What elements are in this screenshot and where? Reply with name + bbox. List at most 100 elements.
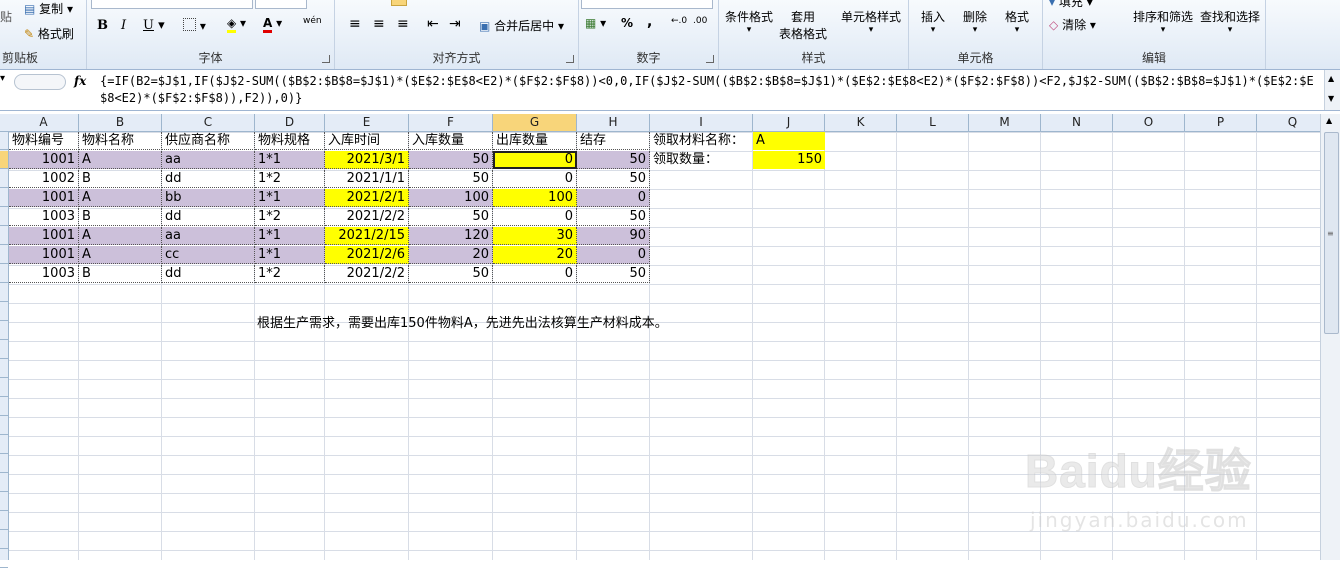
row-header[interactable] bbox=[0, 322, 8, 340]
format-painter-button[interactable]: ✎ 格式刷 bbox=[24, 25, 74, 42]
decrease-decimal-button[interactable]: .00 bbox=[693, 16, 707, 26]
cell-supplier[interactable]: dd bbox=[162, 170, 255, 188]
cell-supplier[interactable]: bb bbox=[162, 189, 255, 207]
row-header[interactable] bbox=[0, 284, 8, 302]
phonetic-button[interactable]: wén bbox=[303, 16, 322, 26]
header-cell[interactable]: 出库数量 bbox=[493, 132, 577, 150]
cell-code[interactable]: 1001 bbox=[9, 246, 79, 264]
row-header[interactable] bbox=[0, 550, 8, 568]
percent-button[interactable]: % bbox=[621, 16, 633, 30]
increase-decimal-button[interactable]: ←.0 bbox=[671, 16, 687, 26]
column-header-i[interactable]: I bbox=[650, 114, 753, 131]
format-as-table-button[interactable]: 套用 表格格式 bbox=[779, 8, 827, 42]
row-header[interactable] bbox=[0, 151, 8, 169]
column-header-e[interactable]: E bbox=[325, 114, 409, 131]
accounting-format-button[interactable]: ▦ ▾ bbox=[585, 16, 606, 30]
row-header[interactable] bbox=[0, 341, 8, 359]
header-cell[interactable]: 物料编号 bbox=[9, 132, 79, 150]
row-header[interactable] bbox=[0, 227, 8, 245]
cell-out[interactable]: 30 bbox=[493, 227, 577, 245]
cell-out[interactable]: 0 bbox=[493, 170, 577, 188]
font-color-button[interactable]: A ▾ bbox=[263, 16, 282, 33]
conditional-format-button[interactable]: 条件格式 ▾ bbox=[725, 8, 773, 35]
cell-code[interactable]: 1002 bbox=[9, 170, 79, 188]
column-header-c[interactable]: C bbox=[162, 114, 255, 131]
row-header[interactable] bbox=[0, 170, 8, 188]
header-cell[interactable]: 入库数量 bbox=[409, 132, 493, 150]
cell-date[interactable]: 2021/2/1 bbox=[325, 189, 409, 207]
font-name-box[interactable] bbox=[91, 0, 253, 9]
format-button[interactable]: 格式 ▾ bbox=[1005, 8, 1029, 35]
orientation-button[interactable] bbox=[391, 0, 407, 6]
cell-date[interactable]: 2021/3/1 bbox=[325, 151, 409, 169]
cell-date[interactable]: 2021/2/6 bbox=[325, 246, 409, 264]
number-dialog-launcher[interactable] bbox=[706, 55, 714, 63]
cell-supplier[interactable]: cc bbox=[162, 246, 255, 264]
cell-stock[interactable]: 0 bbox=[577, 246, 650, 264]
row-header[interactable] bbox=[0, 303, 8, 321]
cell-stock[interactable]: 90 bbox=[577, 227, 650, 245]
row-header[interactable] bbox=[0, 493, 8, 511]
font-size-box[interactable] bbox=[255, 0, 307, 9]
cell-code[interactable]: 1001 bbox=[9, 227, 79, 245]
cell-name[interactable]: B bbox=[79, 208, 162, 226]
column-header-a[interactable]: A bbox=[9, 114, 79, 131]
align-center-button[interactable]: ≡ bbox=[373, 16, 385, 32]
row-header[interactable] bbox=[0, 436, 8, 454]
row-header[interactable] bbox=[0, 531, 8, 549]
cell-spec[interactable]: 1*2 bbox=[255, 170, 325, 188]
formula-input[interactable]: {=IF(B2=$J$1,IF($J$2-SUM(($B$2:$B$8=$J$1… bbox=[100, 73, 1320, 107]
cell-in[interactable]: 120 bbox=[409, 227, 493, 245]
cell-out[interactable]: 0 bbox=[493, 151, 577, 169]
alignment-dialog-launcher[interactable] bbox=[566, 55, 574, 63]
cell-stock[interactable]: 0 bbox=[577, 189, 650, 207]
column-header-p[interactable]: P bbox=[1185, 114, 1257, 131]
header-cell[interactable]: 物料规格 bbox=[255, 132, 325, 150]
row-header[interactable] bbox=[0, 208, 8, 226]
cell-spec[interactable]: 1*2 bbox=[255, 208, 325, 226]
cell-supplier[interactable]: aa bbox=[162, 227, 255, 245]
column-header-k[interactable]: K bbox=[825, 114, 897, 131]
column-header-q[interactable]: Q bbox=[1257, 114, 1329, 131]
cell-in[interactable]: 50 bbox=[409, 265, 493, 283]
row-header[interactable] bbox=[0, 132, 8, 150]
row-header[interactable] bbox=[0, 360, 8, 378]
row-header[interactable] bbox=[0, 417, 8, 435]
cell-spec[interactable]: 1*1 bbox=[255, 246, 325, 264]
cell-in[interactable]: 20 bbox=[409, 246, 493, 264]
name-box-splitter[interactable] bbox=[14, 74, 66, 90]
cell-code[interactable]: 1003 bbox=[9, 208, 79, 226]
column-header-h[interactable]: H bbox=[577, 114, 650, 131]
cell-name[interactable]: A bbox=[79, 246, 162, 264]
row-header[interactable] bbox=[0, 455, 8, 473]
column-header-o[interactable]: O bbox=[1113, 114, 1185, 131]
row-header[interactable] bbox=[0, 398, 8, 416]
cell-date[interactable]: 2021/1/1 bbox=[325, 170, 409, 188]
delete-button[interactable]: 删除 ▾ bbox=[963, 8, 987, 35]
scroll-thumb[interactable]: ≡ bbox=[1324, 132, 1339, 334]
cell-name[interactable]: B bbox=[79, 265, 162, 283]
comma-button[interactable]: , bbox=[647, 14, 652, 30]
paste-button[interactable]: 贴 bbox=[0, 8, 12, 25]
lookup-label-quantity[interactable]: 领取数量： bbox=[650, 151, 753, 169]
border-button[interactable]: ▾ bbox=[183, 18, 206, 33]
align-left-button[interactable]: ≡ bbox=[349, 16, 361, 32]
formula-bar-scroll[interactable]: ▲ ▼ bbox=[1324, 70, 1340, 110]
row-header[interactable] bbox=[0, 265, 8, 283]
cell-stock[interactable]: 50 bbox=[577, 170, 650, 188]
cell-out[interactable]: 100 bbox=[493, 189, 577, 207]
sort-filter-button[interactable]: 排序和筛选 ▾ bbox=[1133, 8, 1193, 35]
row-header[interactable] bbox=[0, 474, 8, 492]
find-select-button[interactable]: 查找和选择 ▾ bbox=[1200, 8, 1260, 35]
header-cell[interactable]: 结存 bbox=[577, 132, 650, 150]
cell-supplier[interactable]: dd bbox=[162, 208, 255, 226]
cell-styles-button[interactable]: 单元格样式 ▾ bbox=[841, 8, 901, 35]
increase-indent-button[interactable]: ⇥ bbox=[449, 16, 461, 32]
column-header-d[interactable]: D bbox=[255, 114, 325, 131]
cell-out[interactable]: 20 bbox=[493, 246, 577, 264]
cell-out[interactable]: 0 bbox=[493, 208, 577, 226]
cell-code[interactable]: 1003 bbox=[9, 265, 79, 283]
cell-spec[interactable]: 1*1 bbox=[255, 189, 325, 207]
column-header-f[interactable]: F bbox=[409, 114, 493, 131]
lookup-label-material[interactable]: 领取材料名称： bbox=[650, 132, 753, 150]
